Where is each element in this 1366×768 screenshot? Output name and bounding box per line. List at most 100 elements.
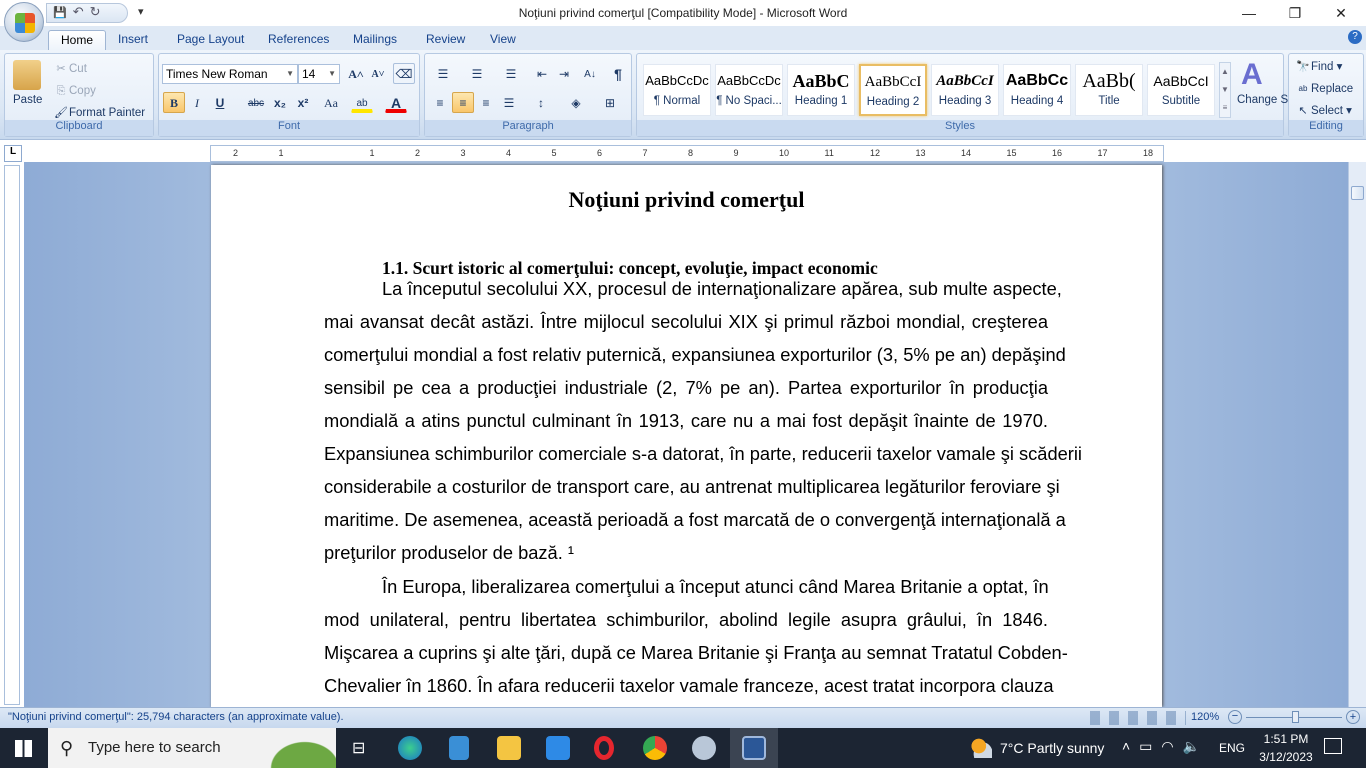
clock-date[interactable]: 3/12/2023 [1252, 750, 1320, 764]
align-left-icon[interactable]: ≡ [429, 92, 451, 113]
weather-text[interactable]: 7°C Partly sunny [1000, 740, 1104, 756]
word-taskbar-button[interactable] [730, 728, 778, 768]
customize-qat-icon[interactable]: ▾ [138, 5, 144, 18]
style-heading-3[interactable]: AaBbCcI Heading 3 [931, 64, 999, 116]
ruler-tick-label: 6 [597, 148, 603, 158]
sort-button[interactable]: A↓ [579, 63, 601, 84]
horizontal-ruler[interactable]: 2 1 1 2 3 4 5 6 7 8 9 10 11 12 13 14 15 16 17 18 [210, 145, 1164, 162]
opera-icon[interactable] [594, 736, 614, 760]
cut-button[interactable]: Cut [69, 63, 87, 75]
font-color-button[interactable]: A [385, 92, 407, 113]
ruler-tick-label: 15 [1006, 148, 1017, 158]
paste-icon[interactable] [13, 60, 41, 90]
paint-icon[interactable] [692, 736, 716, 760]
style-name: Subtitle [1161, 95, 1201, 107]
borders-icon[interactable]: ⊞ [595, 92, 625, 113]
character-count[interactable]: "Noţiuni privind comerţul": 25,794 chara… [8, 711, 344, 723]
style-heading-2[interactable]: AaBbCcI Heading 2 [859, 64, 927, 116]
tab-home[interactable]: Home [48, 30, 107, 50]
multilevel-list-icon[interactable]: ☰ [497, 63, 525, 84]
style-heading-1[interactable]: AaBbC Heading 1 [787, 64, 855, 116]
tab-view[interactable]: View [478, 30, 528, 50]
replace-button[interactable]: Replace [1311, 83, 1353, 95]
notifications-icon[interactable] [1324, 738, 1342, 754]
ruler-tick-label: 13 [915, 148, 926, 158]
increase-indent-icon[interactable]: ⇥ [553, 63, 575, 84]
superscript-button[interactable]: x² [292, 92, 314, 113]
select-button[interactable]: Select [1311, 105, 1343, 117]
shrink-font-button[interactable]: A˅ [367, 63, 389, 84]
justify-icon[interactable]: ☰ [498, 92, 520, 113]
tab-selector-button[interactable]: L [4, 145, 22, 162]
style-heading-4[interactable]: AaBbCc Heading 4 [1003, 64, 1071, 116]
bold-button[interactable]: B [163, 92, 185, 113]
style-no-spacing[interactable]: AaBbCcDc ¶ No Spaci... [715, 64, 783, 116]
ribbon-tabs: Home Insert Page Layout References Maili… [0, 26, 1366, 50]
store-icon[interactable] [546, 736, 570, 760]
bullets-icon[interactable]: ☰ [429, 63, 457, 84]
tab-mailings[interactable]: Mailings [341, 30, 409, 50]
font-size-select[interactable]: 14 ▼ [298, 64, 340, 84]
vertical-scrollbar[interactable] [1348, 162, 1366, 707]
copy-button[interactable]: Copy [69, 85, 96, 97]
windows-start-icon[interactable] [15, 740, 32, 757]
app-icon[interactable] [449, 736, 469, 760]
search-input[interactable]: Type here to search [88, 739, 221, 756]
align-center-icon[interactable]: ≡ [452, 92, 474, 113]
office-button[interactable] [4, 2, 44, 42]
style-subtitle[interactable]: AaBbCcI Subtitle [1147, 64, 1215, 116]
help-icon[interactable]: ? [1348, 30, 1362, 44]
tab-review[interactable]: Review [414, 30, 477, 50]
align-right-icon[interactable]: ≡ [475, 92, 497, 113]
font-name-select[interactable]: Times New Roman ▼ [162, 64, 298, 84]
paragraph-line: Mişcarea a cuprins şi alte ţări, după ce… [324, 642, 1068, 663]
weather-icon[interactable] [970, 738, 992, 758]
line-spacing-icon[interactable]: ↕ [527, 92, 555, 113]
restore-button[interactable]: ❐ [1272, 0, 1318, 26]
highlight-button[interactable]: ab [351, 92, 373, 113]
close-button[interactable]: ✕ [1318, 0, 1364, 26]
format-painter-button[interactable]: Format Painter [69, 107, 145, 119]
zoom-level[interactable]: 120% [1191, 711, 1219, 723]
minimize-button[interactable]: — [1226, 0, 1272, 26]
italic-button[interactable]: I [186, 92, 208, 113]
document-page[interactable]: Noţiuni privind comerţul 1.1. Scurt isto… [211, 165, 1162, 707]
subscript-button[interactable]: x₂ [269, 92, 291, 113]
save-icon[interactable]: 💾 [53, 7, 73, 19]
find-button[interactable]: Find [1311, 61, 1333, 73]
zoom-in-button[interactable]: + [1346, 710, 1360, 724]
language-indicator[interactable]: ENG [1219, 741, 1245, 755]
style-normal[interactable]: AaBbCcDc ¶ Normal [643, 64, 711, 116]
decrease-indent-icon[interactable]: ⇤ [531, 63, 553, 84]
undo-icon[interactable]: ↶ [73, 4, 90, 19]
view-buttons[interactable] [1090, 711, 1186, 725]
tab-insert[interactable]: Insert [106, 30, 160, 50]
grow-font-button[interactable]: A˄ [345, 63, 367, 84]
file-explorer-icon[interactable] [497, 736, 521, 760]
tab-references[interactable]: References [256, 30, 341, 50]
redo-icon[interactable]: ↻ [90, 4, 107, 19]
task-view-icon[interactable]: ⊟ [352, 738, 365, 758]
paste-button[interactable]: Paste [13, 94, 42, 106]
tab-page-layout[interactable]: Page Layout [165, 30, 256, 50]
zoom-slider-thumb[interactable] [1292, 711, 1299, 723]
numbering-icon[interactable]: ☰ [463, 63, 491, 84]
underline-button[interactable]: U [209, 92, 231, 113]
font-name-value: Times New Roman [166, 67, 268, 81]
ruler-tick-label: 1 [278, 148, 284, 158]
clear-formatting-icon[interactable]: ⌫ [393, 63, 415, 84]
cut-icon: ✂ [56, 63, 66, 75]
clock-time[interactable]: 1:51 PM [1256, 732, 1316, 746]
system-tray-icons[interactable]: ˄▭◠🔈 [1122, 738, 1209, 755]
strikethrough-button[interactable]: abc [245, 92, 267, 113]
show-formatting-button[interactable]: ¶ [607, 63, 629, 84]
taskbar-search[interactable]: ⚲ Type here to search [48, 728, 336, 768]
zoom-out-button[interactable]: − [1228, 710, 1242, 724]
styles-scroll-icon[interactable]: ▲ ▼ ≡ [1219, 62, 1231, 118]
shading-icon[interactable]: ◈ [561, 92, 591, 113]
edge-icon[interactable] [398, 736, 422, 760]
scroll-thumb[interactable] [1351, 186, 1364, 200]
style-title[interactable]: AaBb(Title [1075, 64, 1143, 116]
change-case-button[interactable]: Aa [317, 92, 345, 113]
chrome-icon[interactable] [643, 736, 667, 760]
